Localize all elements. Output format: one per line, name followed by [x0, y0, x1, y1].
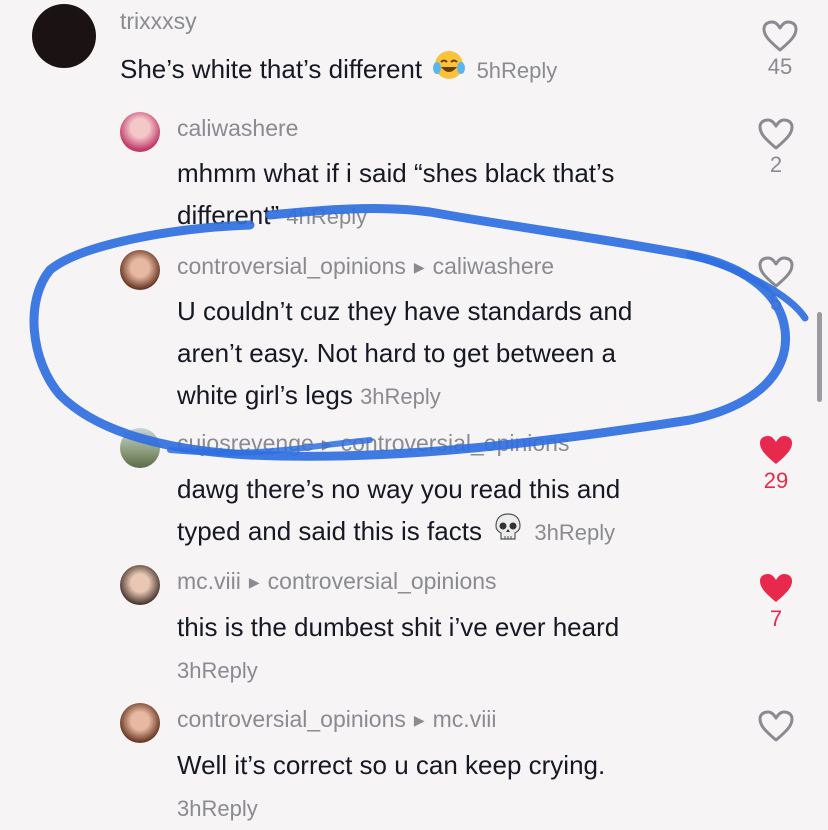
comment-username[interactable]: controversial_opinions ▶ mc.viii: [177, 706, 497, 733]
comment-body-continued: typed and said this is facts: [177, 516, 482, 546]
reply-to-username[interactable]: caliwashere: [433, 253, 554, 279]
like-button[interactable]: 29: [746, 434, 806, 494]
reply-button[interactable]: Reply: [311, 204, 367, 229]
heart-filled-icon: [760, 436, 792, 464]
like-button[interactable]: 5: [746, 256, 806, 316]
comment-username[interactable]: trixxxsy: [120, 8, 197, 35]
avatar[interactable]: [32, 4, 96, 68]
scrollbar[interactable]: [817, 312, 822, 402]
comment-username[interactable]: mc.viii ▶ controversial_opinions: [177, 568, 497, 595]
comment-body: mhmm what if i said “shes black that’s: [177, 158, 615, 188]
skull-emoji: [493, 512, 523, 554]
comment-body: U couldn’t cuz they have standards and: [177, 296, 633, 326]
reply-button[interactable]: Reply: [201, 796, 257, 821]
comment-username-text: mc.viii: [177, 568, 241, 594]
like-count: 7: [769, 606, 783, 631]
comment-text: mhmm what if i said “shes black that’s d…: [177, 152, 614, 238]
reply-button[interactable]: Reply: [201, 658, 257, 683]
reply-to-username[interactable]: mc.viii: [433, 706, 497, 732]
like-count: 2: [769, 152, 783, 177]
comment-username[interactable]: caliwashere: [177, 115, 298, 142]
avatar[interactable]: [120, 112, 160, 152]
comment-time: 3h: [534, 520, 559, 545]
reply-to-username[interactable]: controversial_opinions: [268, 568, 497, 594]
like-count: 5: [769, 290, 783, 315]
reply-arrow-icon: ▶: [321, 436, 333, 452]
comment-text: dawg there’s no way you read this and ty…: [177, 468, 620, 554]
heart-outline-icon: [758, 118, 794, 150]
comment-body-continued: white girl’s legs: [177, 380, 353, 410]
reply-arrow-icon: ▶: [413, 712, 425, 728]
comment-body: this is the dumbest shit i’ve ever heard: [177, 612, 620, 642]
comment-username-text: controversial_opinions: [177, 706, 406, 732]
like-count: 45: [767, 54, 793, 79]
reply-button[interactable]: Reply: [501, 58, 557, 83]
comment-body: Well it’s correct so u can keep crying.: [177, 750, 606, 780]
comment-time: 3h: [177, 796, 202, 821]
like-count: 29: [763, 468, 789, 493]
avatar[interactable]: [120, 565, 160, 605]
comment-time: 3h: [360, 384, 385, 409]
like-button[interactable]: 45: [750, 20, 810, 80]
comment-text: U couldn’t cuz they have standards and a…: [177, 290, 632, 418]
like-button[interactable]: [746, 710, 806, 742]
avatar[interactable]: [120, 250, 160, 290]
comment-text: this is the dumbest shit i’ve ever heard…: [177, 606, 619, 692]
reply-arrow-icon: ▶: [248, 574, 260, 590]
comment-time: 5h: [476, 58, 502, 83]
heart-outline-icon: [758, 256, 794, 288]
comment-username[interactable]: controversial_opinions ▶ caliwashere: [177, 253, 554, 280]
comment-body: She’s white that’s different: [120, 54, 423, 84]
comment-username[interactable]: cujosrevenge ▶ controversial_opinions: [177, 430, 569, 457]
comment-text: She’s white that’s different 5hReply: [120, 48, 557, 93]
comment-body-continued: different”: [177, 200, 280, 230]
comment-username-text: cujosrevenge: [177, 430, 314, 456]
reply-button[interactable]: Reply: [559, 520, 615, 545]
reply-to-username[interactable]: controversial_opinions: [341, 430, 570, 456]
comment-text: Well it’s correct so u can keep crying. …: [177, 744, 605, 830]
avatar[interactable]: [120, 428, 160, 468]
heart-outline-icon: [758, 710, 794, 742]
avatar[interactable]: [120, 703, 160, 743]
heart-filled-icon: [760, 574, 792, 602]
reply-button[interactable]: Reply: [385, 384, 441, 409]
like-button[interactable]: 7: [746, 572, 806, 632]
like-button[interactable]: 2: [746, 118, 806, 178]
laughing-crying-emoji: [433, 49, 466, 93]
reply-arrow-icon: ▶: [413, 259, 425, 275]
comment-username-text: controversial_opinions: [177, 253, 406, 279]
comment-body-continued: aren’t easy. Not hard to get between a: [177, 338, 616, 368]
comment-time: 3h: [177, 658, 202, 683]
comment-time: 4h: [286, 204, 311, 229]
heart-outline-icon: [762, 20, 798, 52]
comment-body: dawg there’s no way you read this and: [177, 474, 621, 504]
